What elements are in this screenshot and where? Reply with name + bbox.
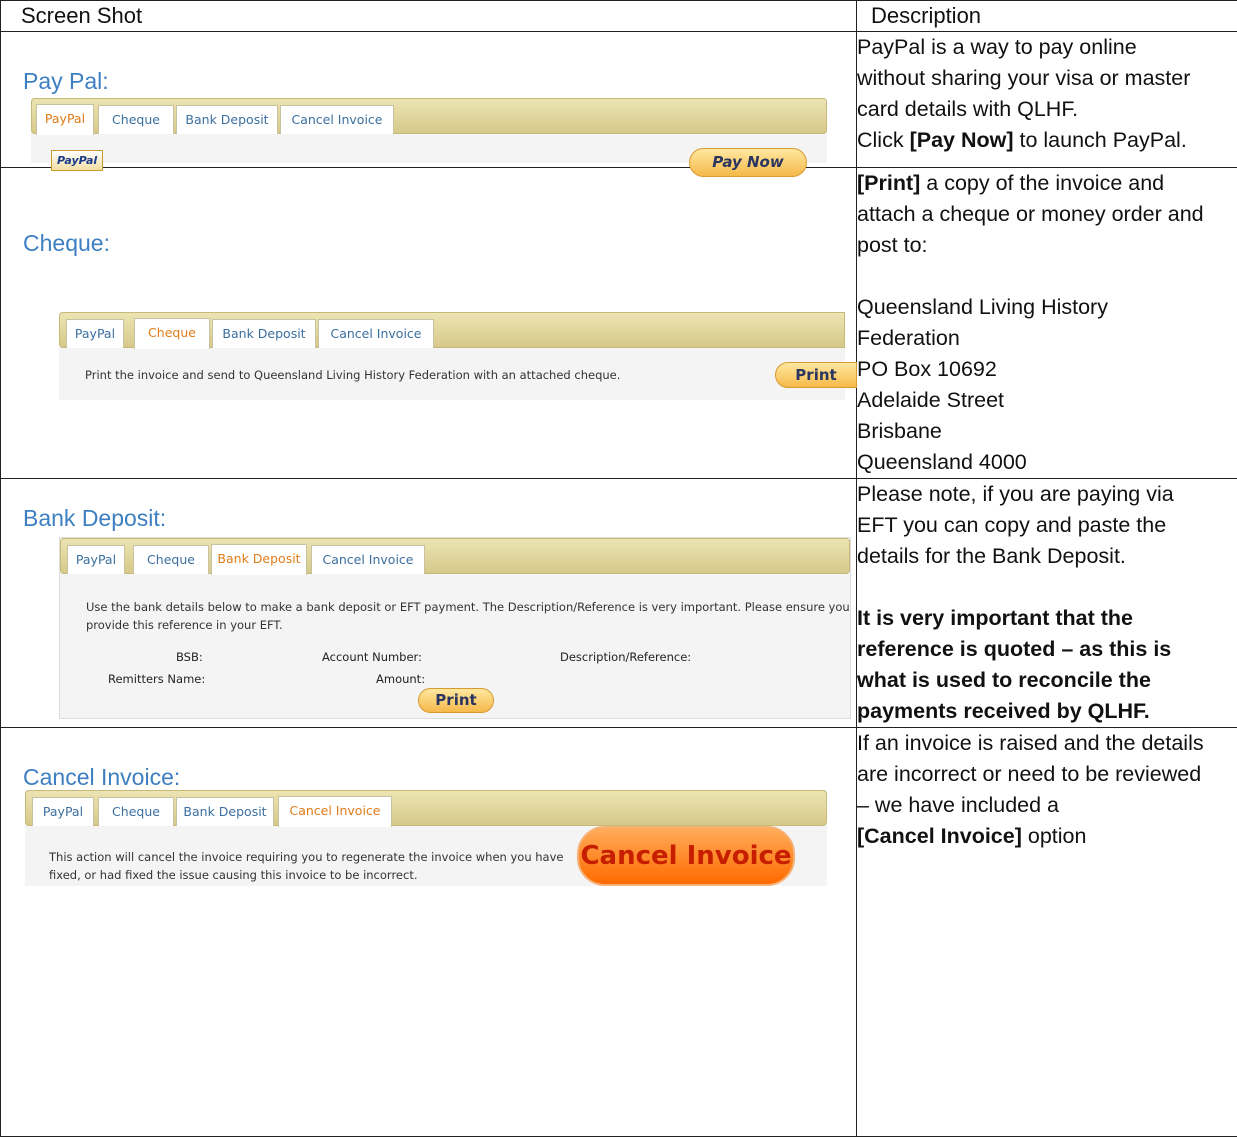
tab-paypal[interactable]: PayPal — [32, 797, 94, 826]
bank-panel: PayPal Cheque Bank Deposit Cancel Invoic… — [59, 537, 851, 719]
col-header-description: Description — [857, 1, 1237, 32]
cheque-description: [Print] a copy of the invoice and attach… — [857, 168, 1237, 479]
cancel-shot-cell: Cancel Invoice: PayPal Cheque Bank Depos… — [1, 728, 857, 1137]
address-line: Adelaide Street — [857, 385, 1237, 416]
bsb-label: BSB: — [176, 650, 203, 664]
tab-bank-deposit[interactable]: Bank Deposit — [176, 105, 278, 134]
desc-line: Please note, if you are paying via — [857, 479, 1237, 510]
desc-bold-line: payments received by QLHF. — [857, 696, 1237, 727]
address-line: Queensland Living History — [857, 292, 1237, 323]
bank-instructions: Use the bank details below to make a ban… — [86, 598, 850, 634]
paypal-description: PayPal is a way to pay online without sh… — [857, 32, 1237, 168]
tab-cancel-invoice[interactable]: Cancel Invoice — [311, 545, 425, 574]
cheque-section-title: Cheque: — [23, 230, 110, 257]
spacer — [857, 261, 1237, 292]
cancel-description: If an invoice is raised and the details … — [857, 728, 1237, 1137]
address-line: PO Box 10692 — [857, 354, 1237, 385]
cheque-instructions: Print the invoice and send to Queensland… — [85, 366, 620, 384]
tab-paypal[interactable]: PayPal — [67, 545, 125, 574]
bank-description: Please note, if you are paying via EFT y… — [857, 479, 1237, 728]
desc-line: – we have included a — [857, 790, 1237, 821]
desc-bold-line: reference is quoted – as this is — [857, 634, 1237, 665]
tab-cancel-invoice[interactable]: Cancel Invoice — [278, 796, 392, 827]
desc-line: without sharing your visa or master — [857, 63, 1237, 94]
tab-cancel-invoice[interactable]: Cancel Invoice — [280, 105, 394, 134]
address-line: Queensland 4000 — [857, 447, 1237, 478]
account-number-label: Account Number: — [322, 650, 422, 664]
cancel-invoice-button[interactable]: Cancel Invoice — [577, 826, 795, 886]
desc-line: Click [Pay Now] to launch PayPal. — [857, 125, 1237, 156]
desc-bold: [Pay Now] — [910, 128, 1014, 152]
tab-cheque[interactable]: Cheque — [133, 545, 209, 574]
tab-cheque[interactable]: Cheque — [134, 318, 210, 349]
tab-bar: PayPal Cheque Bank Deposit Cancel Invoic… — [59, 312, 845, 348]
col-header-screenshot: Screen Shot — [1, 1, 857, 32]
cancel-instructions: This action will cancel the invoice requ… — [49, 848, 563, 884]
reference-label: Description/Reference: — [560, 650, 691, 664]
desc-line: [Print] a copy of the invoice and — [857, 168, 1237, 199]
bank-section-title: Bank Deposit: — [23, 505, 166, 532]
instruction-line: This action will cancel the invoice requ… — [49, 848, 563, 866]
desc-line: PayPal is a way to pay online — [857, 32, 1237, 63]
amount-label: Amount: — [376, 672, 425, 686]
instruction-line: Use the bank details below to make a ban… — [86, 598, 850, 616]
cancel-panel: PayPal Cheque Bank Deposit Cancel Invoic… — [25, 790, 827, 886]
tab-paypal[interactable]: PayPal — [36, 104, 94, 135]
desc-line: are incorrect or need to be reviewed — [857, 759, 1237, 790]
tab-bar: PayPal Cheque Bank Deposit Cancel Invoic… — [60, 538, 850, 574]
tab-cheque[interactable]: Cheque — [98, 797, 174, 826]
remitters-name-label: Remitters Name: — [108, 672, 205, 686]
desc-text: a copy of the invoice and — [920, 171, 1164, 195]
tab-bar: PayPal Cheque Bank Deposit Cancel Invoic… — [25, 790, 827, 826]
tab-bank-deposit[interactable]: Bank Deposit — [211, 544, 307, 575]
cheque-shot-cell: Cheque: PayPal Cheque Bank Deposit Cance… — [1, 168, 857, 479]
address-line: Brisbane — [857, 416, 1237, 447]
tab-bar: PayPal Cheque Bank Deposit Cancel Invoic… — [31, 98, 827, 134]
desc-line: post to: — [857, 230, 1237, 261]
desc-bold-line: It is very important that the — [857, 603, 1237, 634]
paypal-section-title: Pay Pal: — [23, 68, 109, 95]
desc-line: EFT you can copy and paste the — [857, 510, 1237, 541]
print-button[interactable]: Print — [775, 362, 857, 388]
tab-cancel-invoice[interactable]: Cancel Invoice — [318, 319, 434, 348]
desc-line: card details with QLHF. — [857, 94, 1237, 125]
desc-line: details for the Bank Deposit. — [857, 541, 1237, 572]
instruction-line: provide this reference in your EFT. — [86, 616, 850, 634]
address-line: Federation — [857, 323, 1237, 354]
instruction-line: fixed, or had fixed the issue causing th… — [49, 866, 563, 884]
desc-line: [Cancel Invoice] option — [857, 821, 1237, 852]
desc-bold: [Print] — [857, 171, 920, 195]
desc-line: If an invoice is raised and the details — [857, 728, 1237, 759]
bank-shot-cell: Bank Deposit: PayPal Cheque Bank Deposit… — [1, 479, 857, 728]
spacer — [857, 572, 1237, 603]
desc-bold-line: what is used to reconcile the — [857, 665, 1237, 696]
tab-paypal[interactable]: PayPal — [66, 319, 124, 348]
paypal-panel: PayPal Cheque Bank Deposit Cancel Invoic… — [31, 98, 827, 163]
paypal-shot-cell: Pay Pal: PayPal Cheque Bank Deposit Canc… — [1, 32, 857, 168]
tab-bank-deposit[interactable]: Bank Deposit — [176, 797, 274, 826]
instructions-table: Screen Shot Description Pay Pal: PayPal … — [0, 0, 1237, 1137]
cancel-section-title: Cancel Invoice: — [23, 764, 180, 791]
desc-text: Click — [857, 128, 910, 152]
print-button[interactable]: Print — [418, 688, 494, 713]
tab-bank-deposit[interactable]: Bank Deposit — [212, 319, 316, 348]
cheque-panel: PayPal Cheque Bank Deposit Cancel Invoic… — [59, 312, 845, 400]
desc-text: to launch PayPal. — [1014, 128, 1187, 152]
desc-line: attach a cheque or money order and — [857, 199, 1237, 230]
desc-bold: [Cancel Invoice] — [857, 824, 1022, 848]
tab-cheque[interactable]: Cheque — [98, 105, 174, 134]
desc-text: option — [1022, 824, 1087, 848]
